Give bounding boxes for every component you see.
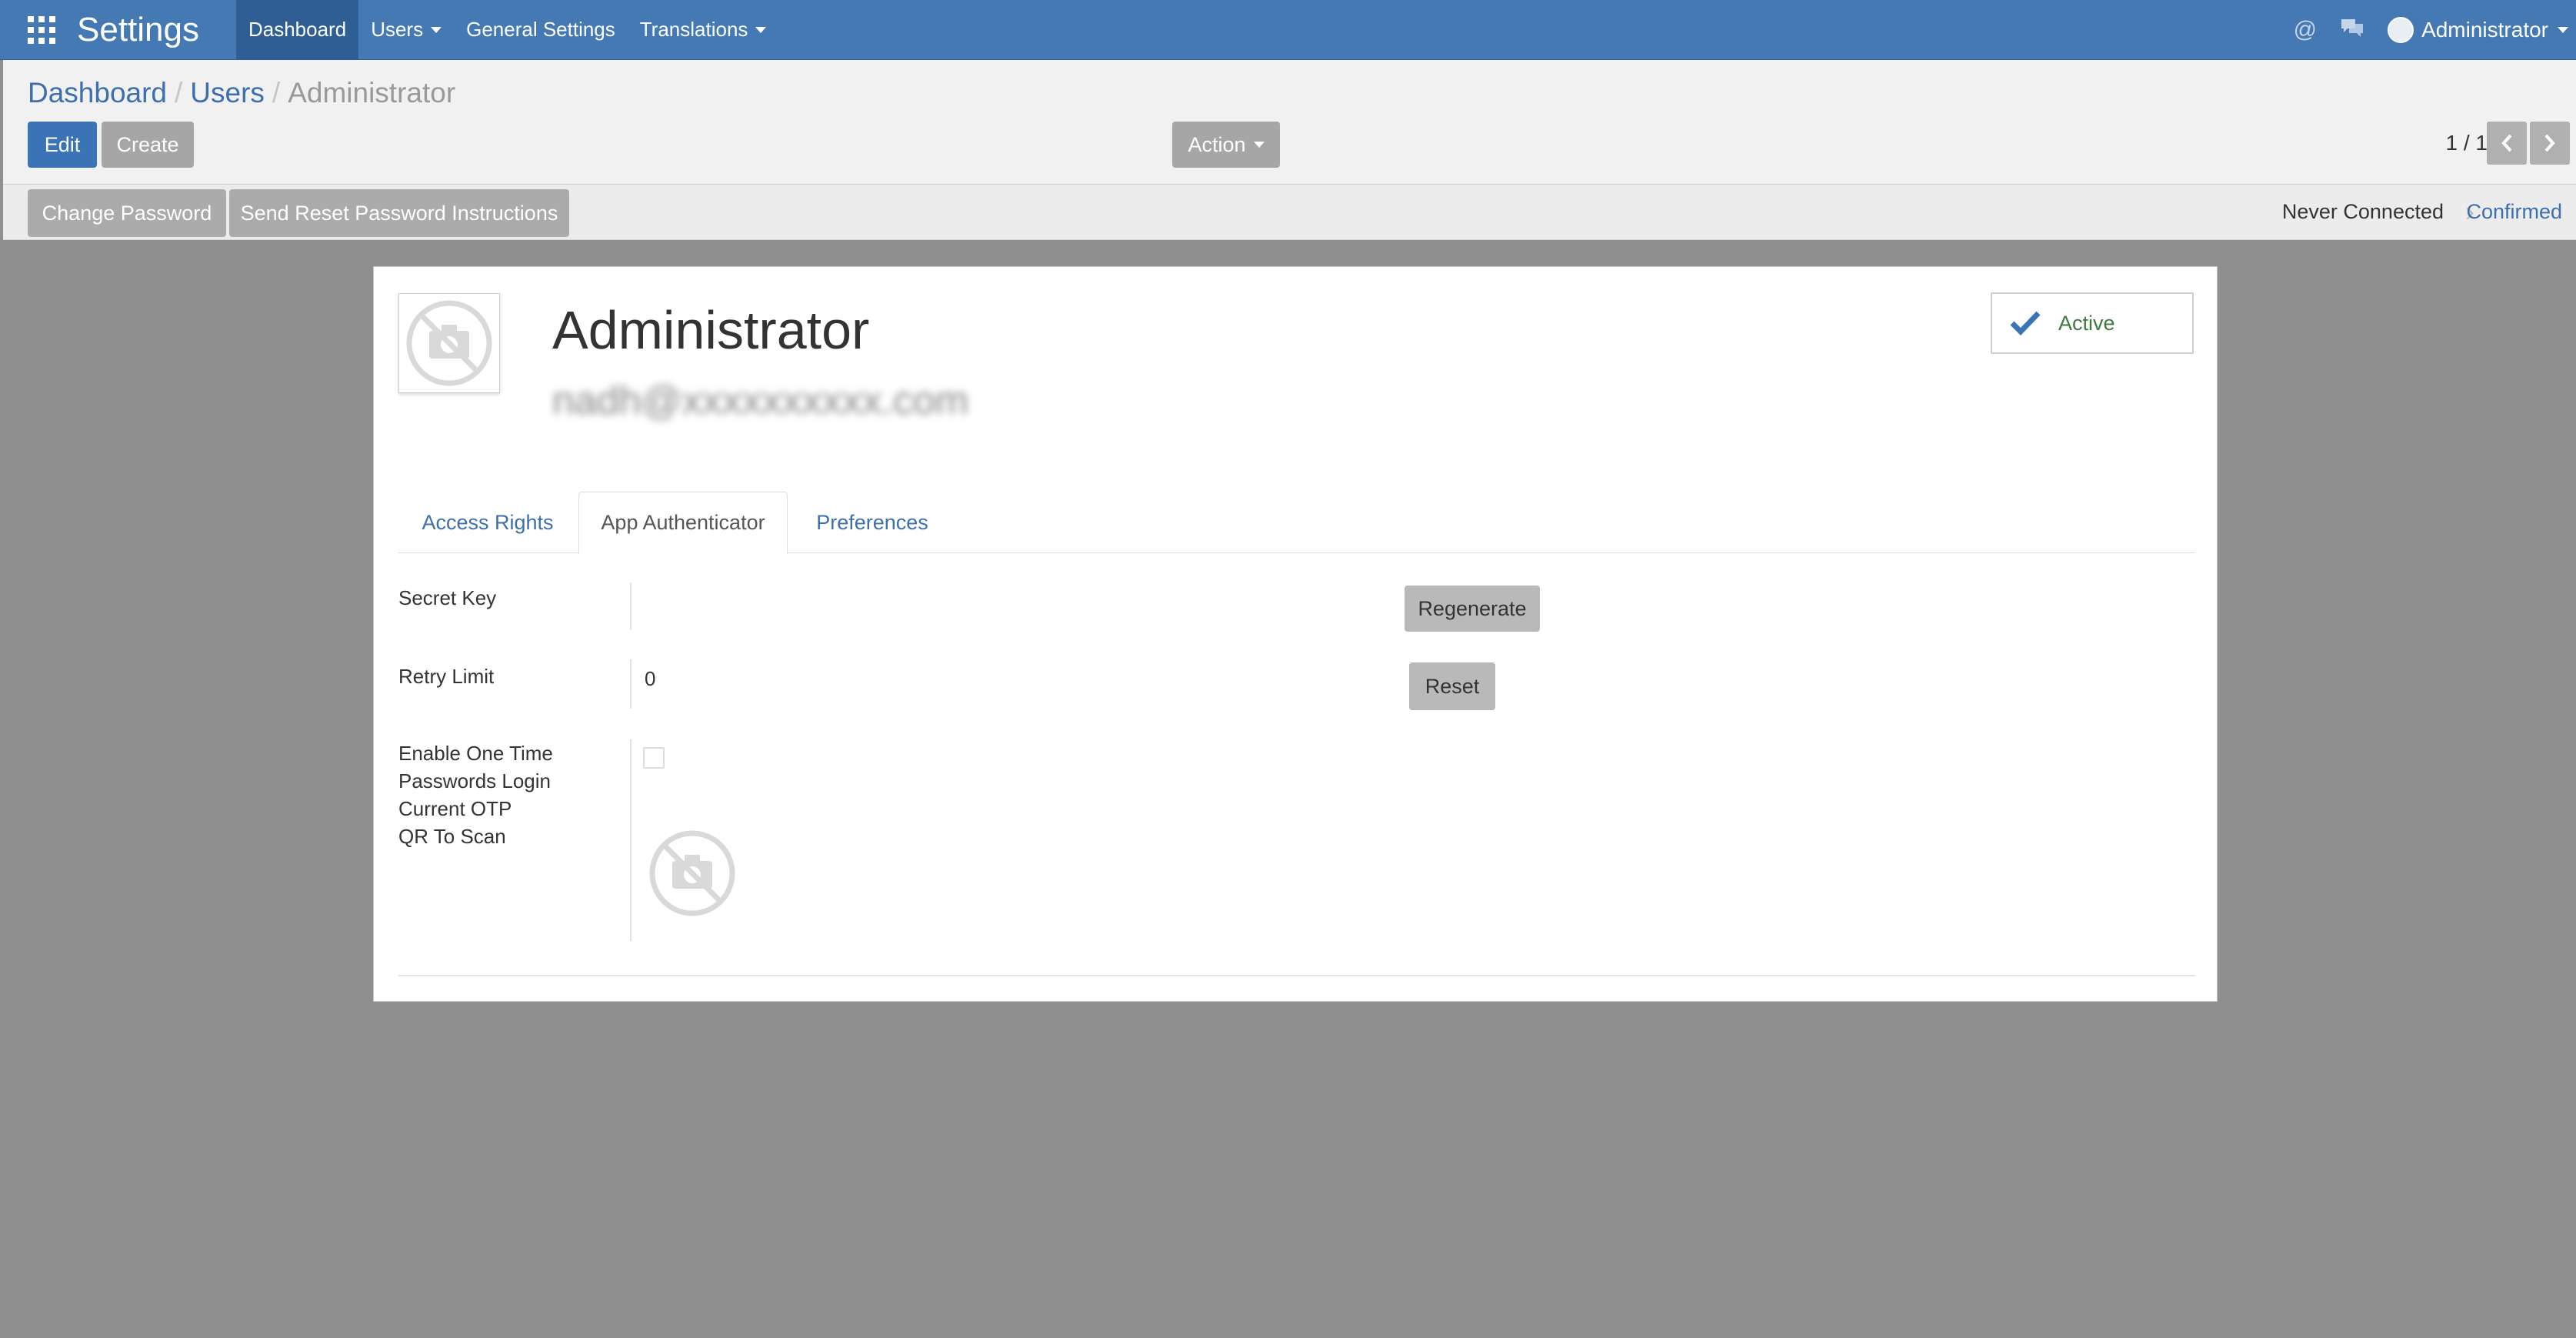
- enable-otp-checkbox[interactable]: [643, 747, 665, 769]
- control-panel: Dashboard / Users / Administrator Edit Creat…: [3, 60, 2576, 185]
- nav-general-settings-label: General Settings: [466, 18, 615, 41]
- chevron-down-icon: [755, 26, 767, 33]
- field-divider: [630, 739, 632, 941]
- breadcrumb-separator: /: [175, 77, 183, 108]
- pager-next-button[interactable]: [2530, 122, 2570, 165]
- active-label: Active: [2058, 311, 2115, 335]
- no-photo-icon: [406, 300, 492, 386]
- user-avatar[interactable]: [2388, 17, 2414, 43]
- breadcrumb-users[interactable]: Users: [190, 77, 265, 108]
- form-bottom-divider: [398, 975, 2195, 976]
- action-label: Action: [1188, 132, 1246, 156]
- chevron-down-icon: [1253, 142, 1265, 148]
- status-bar: Change Password Send Reset Password Inst…: [3, 185, 2576, 240]
- no-photo-icon: [649, 830, 735, 916]
- field-divider: [630, 659, 632, 709]
- chevron-down-icon[interactable]: [2558, 27, 2568, 33]
- mention-icon[interactable]: @: [2294, 17, 2317, 43]
- create-button[interactable]: Create: [102, 122, 194, 168]
- active-toggle-button[interactable]: Active: [1991, 292, 2194, 354]
- reset-button[interactable]: Reset: [1409, 662, 1495, 710]
- breadcrumb-current: Administrator: [288, 77, 456, 108]
- nav-dashboard[interactable]: Dashboard: [235, 0, 359, 60]
- tab-access-rights[interactable]: Access Rights: [398, 492, 577, 553]
- enable-otp-label-line2: Passwords Login: [398, 769, 551, 792]
- check-icon: [2010, 311, 2041, 336]
- field-divider: [630, 582, 632, 630]
- qr-code-image: [648, 829, 737, 922]
- tab-app-authenticator-label: App Authenticator: [601, 511, 765, 534]
- nav-users-label: Users: [371, 18, 424, 41]
- regenerate-button[interactable]: Regenerate: [1405, 586, 1540, 632]
- action-dropdown[interactable]: Action: [1172, 122, 1280, 168]
- chevron-down-icon: [431, 26, 442, 33]
- qr-to-scan-label: QR To Scan: [398, 825, 506, 848]
- form-sheet: Administrator nadh@xxxxxxxxxx.com Active…: [373, 266, 2218, 1002]
- nav-translations[interactable]: Translations: [628, 0, 779, 60]
- enable-otp-label-line1: Enable One Time: [398, 742, 553, 765]
- record-title: Administrator: [552, 300, 870, 360]
- tab-preferences[interactable]: Preferences: [795, 492, 949, 553]
- user-photo[interactable]: [398, 293, 500, 393]
- send-reset-instructions-button[interactable]: Send Reset Password Instructions: [229, 189, 569, 237]
- top-navbar: Settings Dashboard Users General Setting…: [0, 0, 2576, 60]
- edit-button[interactable]: Edit: [28, 122, 97, 168]
- breadcrumb-separator: /: [272, 77, 281, 108]
- current-otp-label: Current OTP: [398, 797, 512, 820]
- navbar-right: @ Administrator: [2294, 0, 2576, 60]
- record-email: nadh@xxxxxxxxxx.com: [552, 379, 969, 423]
- app-title: Settings: [77, 10, 199, 48]
- retry-limit-value: 0: [645, 667, 656, 690]
- secret-key-label: Secret Key: [398, 586, 497, 609]
- chevron-left-icon: [2501, 134, 2512, 152]
- nav-general-settings[interactable]: General Settings: [454, 0, 628, 60]
- notebook-tabs: Access Rights App Authenticator Preferen…: [398, 492, 2195, 554]
- tab-access-rights-label: Access Rights: [422, 510, 554, 534]
- chevron-right-icon: [2544, 134, 2555, 152]
- tab-preferences-label: Preferences: [816, 510, 928, 534]
- breadcrumb: Dashboard / Users / Administrator: [28, 77, 455, 109]
- nav-translations-label: Translations: [639, 18, 748, 41]
- retry-limit-label: Retry Limit: [398, 665, 495, 688]
- chat-icon[interactable]: [2340, 16, 2364, 44]
- apps-grid-icon[interactable]: [28, 15, 55, 44]
- pager-value: 1 / 1: [2445, 131, 2488, 155]
- change-password-button[interactable]: Change Password: [28, 189, 226, 237]
- status-never-connected[interactable]: Never Connected: [2282, 200, 2444, 224]
- status-confirmed[interactable]: Confirmed: [2466, 200, 2562, 224]
- pager-previous-button[interactable]: [2487, 122, 2527, 165]
- user-menu[interactable]: Administrator: [2421, 18, 2548, 42]
- nav-users[interactable]: Users: [358, 0, 454, 60]
- nav-dashboard-label: Dashboard: [248, 18, 347, 41]
- breadcrumb-dashboard[interactable]: Dashboard: [28, 77, 167, 108]
- tab-app-authenticator[interactable]: App Authenticator: [578, 492, 788, 554]
